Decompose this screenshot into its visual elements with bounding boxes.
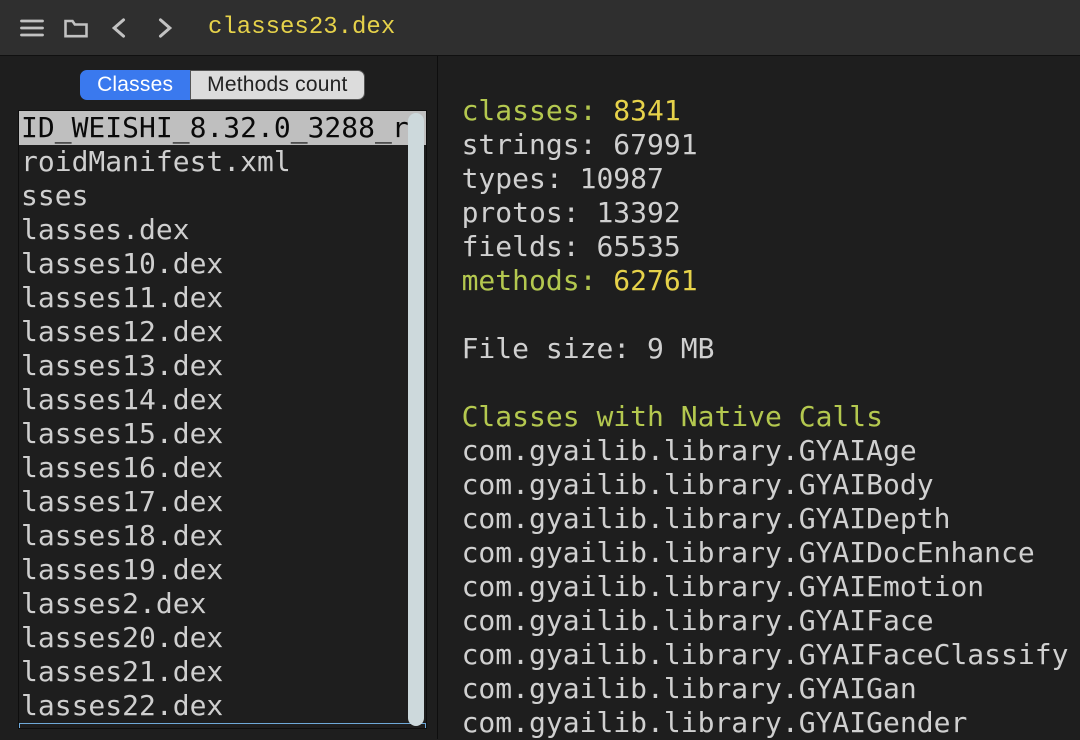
tab-classes[interactable]: Classes xyxy=(80,70,190,100)
stat-classes: classes: 8341 xyxy=(462,94,1069,128)
scrollbar[interactable] xyxy=(408,113,424,726)
tree-item[interactable]: lasses19.dex xyxy=(19,553,426,587)
toolbar: classes23.dex xyxy=(0,0,1080,56)
native-calls-heading: Classes with Native Calls xyxy=(462,400,1069,434)
tree-item[interactable]: lasses22.dex xyxy=(19,689,426,723)
main: Classes Methods count ID_WEISHI_8.32.0_3… xyxy=(0,56,1080,739)
native-class: com.gyailib.library.GYAIDocEnhance xyxy=(462,536,1069,570)
file-size: File size: 9 MB xyxy=(462,332,1069,366)
tree-item[interactable]: lasses16.dex xyxy=(19,451,426,485)
tree-item[interactable]: lasses21.dex xyxy=(19,655,426,689)
native-class: com.gyailib.library.GYAIBody xyxy=(462,468,1069,502)
segmented-control: Classes Methods count xyxy=(18,64,427,110)
native-class: com.gyailib.library.GYAIDepth xyxy=(462,502,1069,536)
stat-types: types: 10987 xyxy=(462,162,1069,196)
tree-item[interactable]: lasses18.dex xyxy=(19,519,426,553)
tree-container: ID_WEISHI_8.32.0_3288_r0roidManifest.xml… xyxy=(18,110,427,729)
native-class: com.gyailib.library.GYAIFaceClassify xyxy=(462,638,1069,672)
tree-item[interactable]: ID_WEISHI_8.32.0_3288_r0 xyxy=(19,111,426,145)
folder-icon[interactable] xyxy=(54,8,98,48)
tree-item[interactable]: lasses23.dex xyxy=(19,723,426,729)
tree-item[interactable]: lasses15.dex xyxy=(19,417,426,451)
tree-item[interactable]: roidManifest.xml xyxy=(19,145,426,179)
native-class: com.gyailib.library.GYAIGan xyxy=(462,672,1069,706)
back-icon[interactable] xyxy=(98,8,142,48)
stat-methods: methods: 62761 xyxy=(462,264,1069,298)
native-class: com.gyailib.library.GYAIGender xyxy=(462,706,1069,740)
native-class: com.gyailib.library.GYAIAge xyxy=(462,434,1069,468)
forward-icon[interactable] xyxy=(142,8,186,48)
stat-strings: strings: 67991 xyxy=(462,128,1069,162)
tree-item[interactable]: lasses20.dex xyxy=(19,621,426,655)
tree-item[interactable]: lasses17.dex xyxy=(19,485,426,519)
tree-item[interactable]: lasses11.dex xyxy=(19,281,426,315)
left-pane: Classes Methods count ID_WEISHI_8.32.0_3… xyxy=(0,56,437,739)
tree-item[interactable]: sses xyxy=(19,179,426,213)
tree-item[interactable]: lasses10.dex xyxy=(19,247,426,281)
tab-methods-count[interactable]: Methods count xyxy=(190,70,364,100)
native-class: com.gyailib.library.GYAIFace xyxy=(462,604,1069,638)
breadcrumb: classes23.dex xyxy=(208,14,395,41)
tree-item[interactable]: lasses14.dex xyxy=(19,383,426,417)
stat-fields: fields: 65535 xyxy=(462,230,1069,264)
content-pane: classes: 8341 strings: 67991 types: 1098… xyxy=(437,56,1080,739)
tree-item[interactable]: lasses12.dex xyxy=(19,315,426,349)
native-class: com.gyailib.library.GYAIEmotion xyxy=(462,570,1069,604)
tree-item[interactable]: lasses13.dex xyxy=(19,349,426,383)
menu-icon[interactable] xyxy=(10,8,54,48)
tree-item[interactable]: lasses.dex xyxy=(19,213,426,247)
tree-item[interactable]: lasses2.dex xyxy=(19,587,426,621)
stat-protos: protos: 13392 xyxy=(462,196,1069,230)
